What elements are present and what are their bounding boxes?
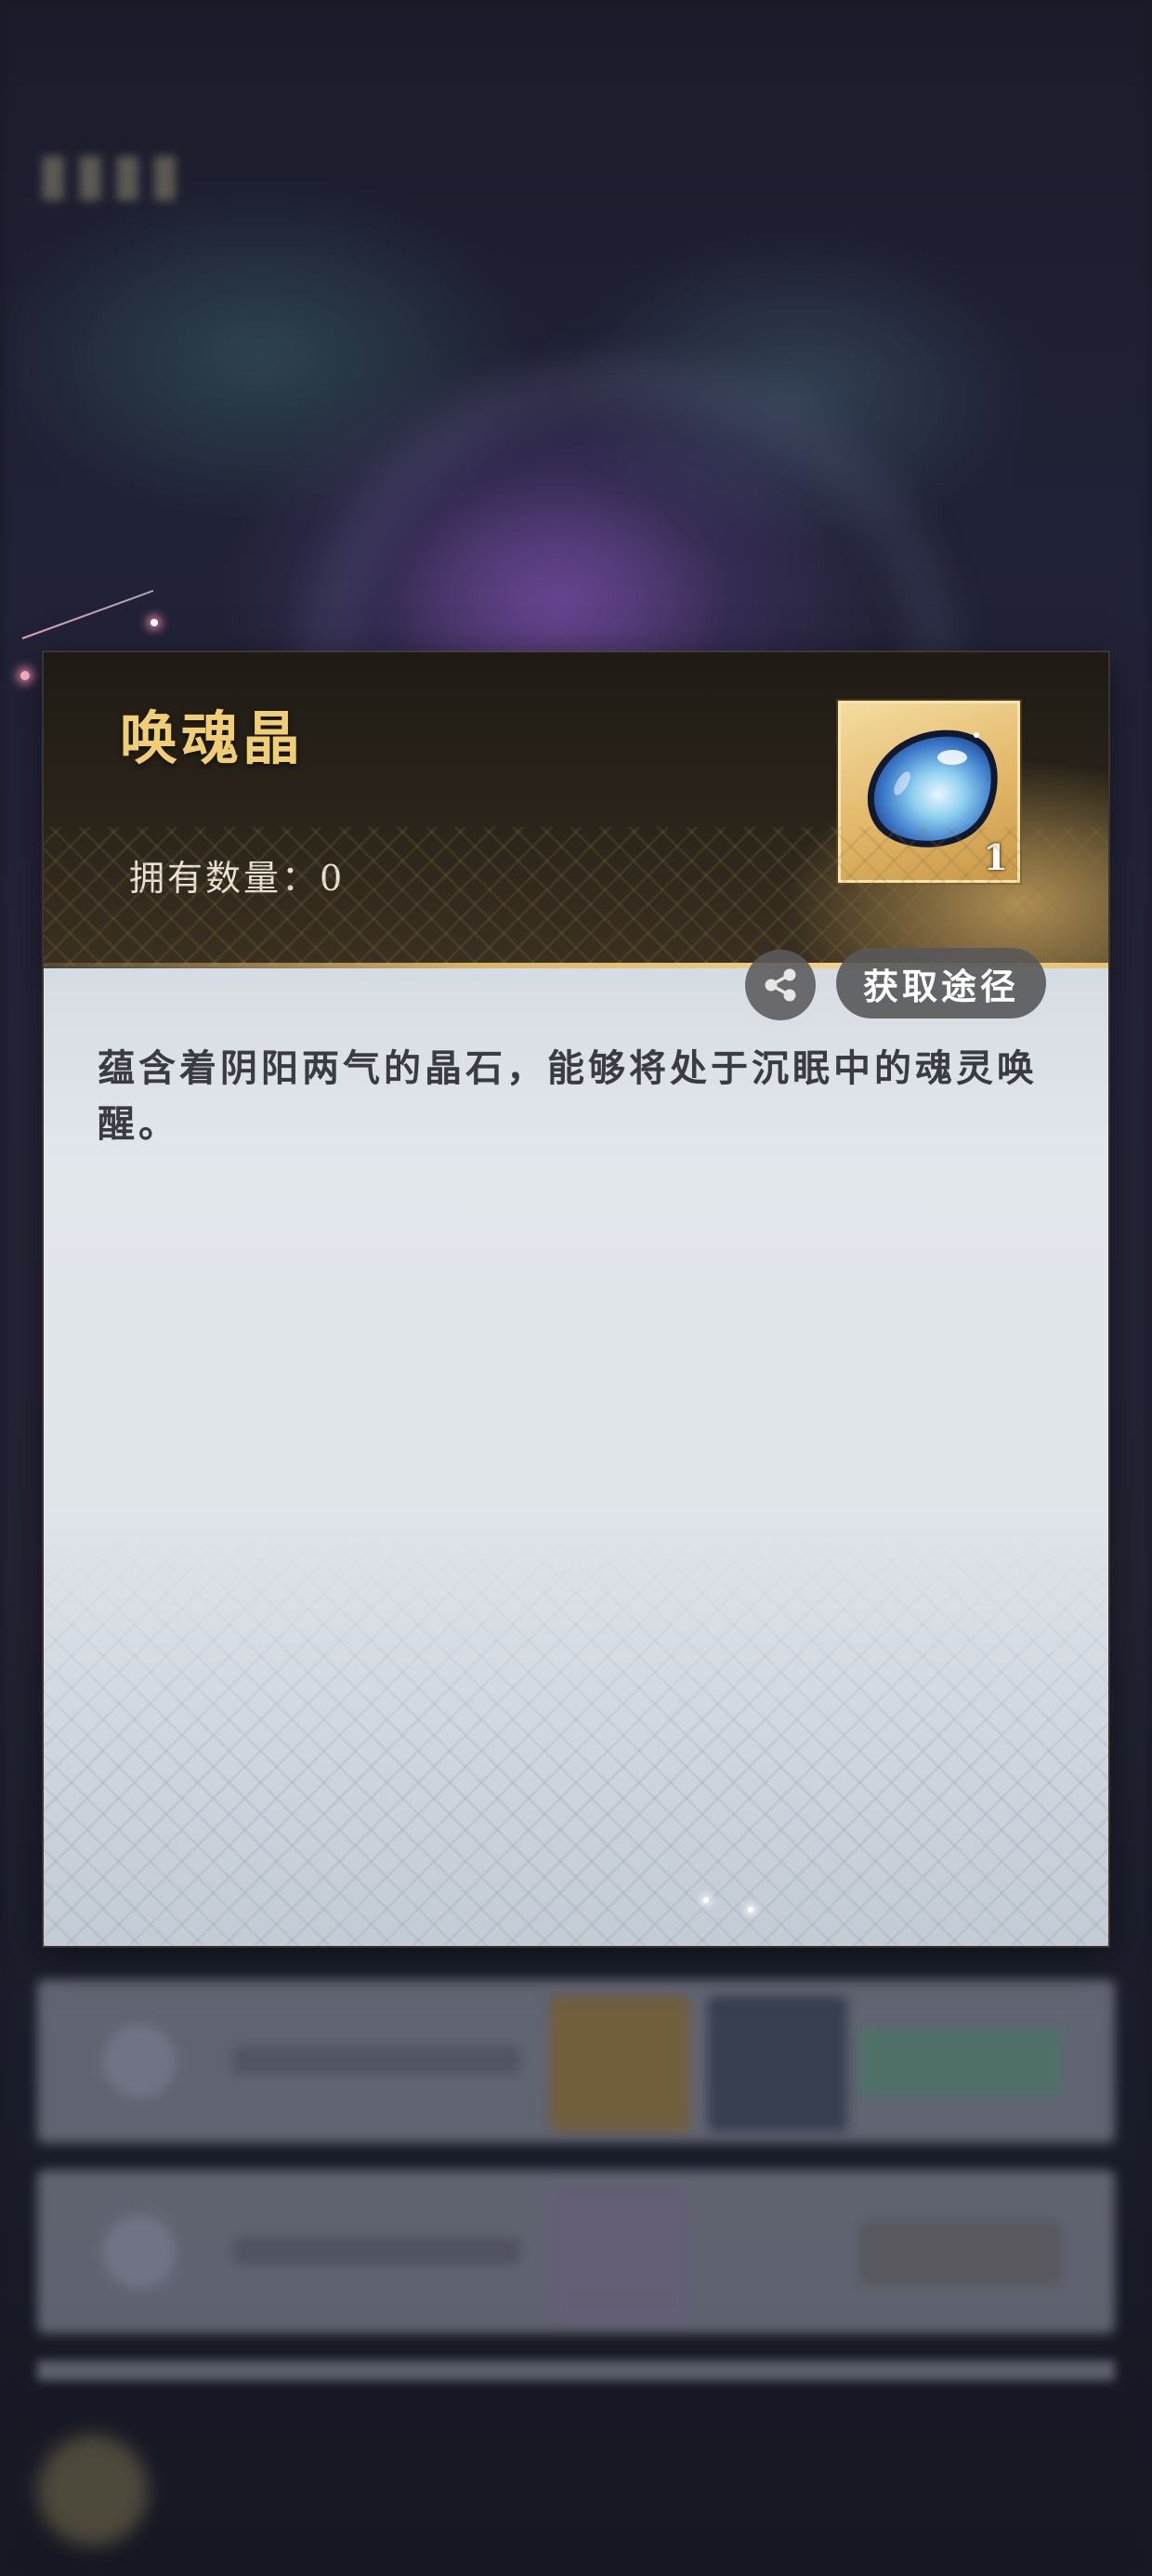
item-name: 唤魂晶 bbox=[120, 704, 305, 772]
item-detail-panel: 唤魂晶 拥有数量：0 1 蕴含着阴阳两气的晶石，能够将处于沉眠中的魂灵唤醒。 获… bbox=[44, 652, 1108, 1946]
item-stack-count: 1 bbox=[983, 836, 1008, 878]
share-button[interactable] bbox=[745, 950, 816, 1020]
sparkle-decoration bbox=[748, 1907, 753, 1912]
owned-quantity-label: 拥有数量： bbox=[129, 858, 321, 899]
soul-crystal-icon bbox=[867, 729, 998, 848]
obtain-source-button[interactable]: 获取途径 bbox=[836, 948, 1046, 1019]
share-icon bbox=[765, 968, 796, 1002]
item-header: 唤魂晶 拥有数量：0 1 bbox=[44, 652, 1108, 966]
item-description-area: 蕴含着阴阳两气的晶石，能够将处于沉眠中的魂灵唤醒。 bbox=[44, 968, 1108, 1946]
owned-quantity: 拥有数量：0 bbox=[129, 849, 345, 900]
sparkle-decoration bbox=[703, 1898, 709, 1903]
sparkle-decoration bbox=[151, 619, 158, 626]
owned-quantity-value: 0 bbox=[320, 858, 346, 899]
item-description: 蕴含着阴阳两气的晶石，能够将处于沉眠中的魂灵唤醒。 bbox=[98, 1046, 1038, 1146]
sparkle-decoration bbox=[20, 671, 30, 680]
item-icon-frame: 1 bbox=[838, 701, 1020, 883]
